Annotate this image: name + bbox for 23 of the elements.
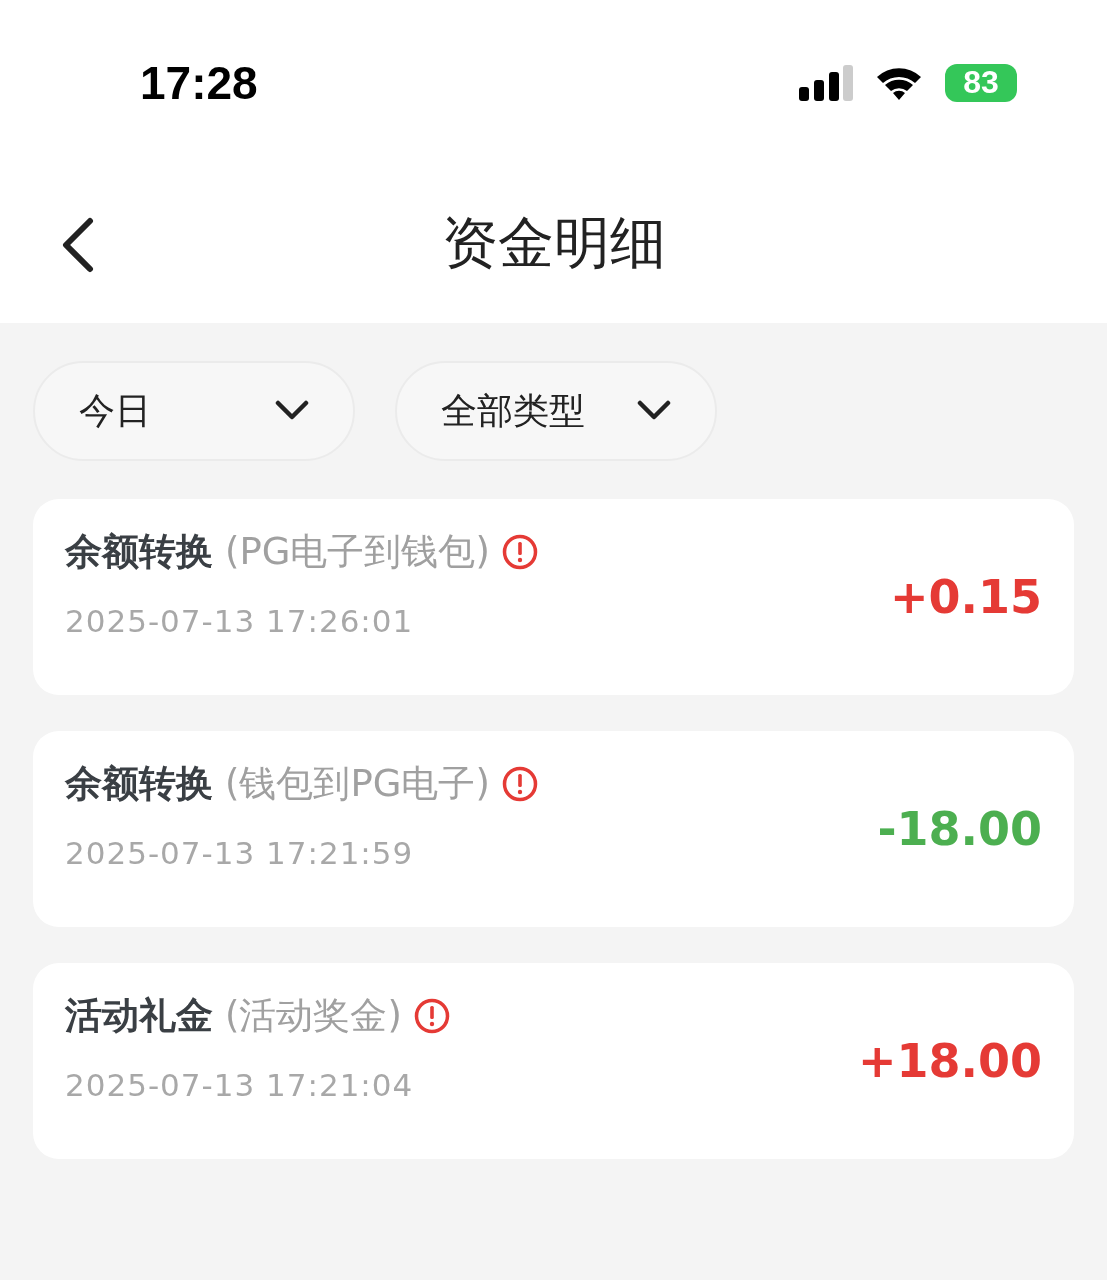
record-time: 2025-07-13 17:26:01 bbox=[65, 603, 415, 639]
info-icon[interactable] bbox=[413, 998, 450, 1034]
battery-level: 83 bbox=[945, 63, 1017, 102]
signal-icon bbox=[799, 64, 853, 101]
info-icon[interactable] bbox=[501, 534, 538, 570]
chevron-icon bbox=[275, 400, 309, 422]
record-type: 余额转换 bbox=[65, 761, 213, 807]
record-detail: (钱包到PG电子) bbox=[225, 761, 490, 807]
chevron-icon bbox=[637, 400, 671, 422]
page-title: 资金明细 bbox=[441, 209, 666, 277]
record-amount: +18.00 bbox=[857, 1034, 1042, 1088]
filter-dropdown[interactable]: 今日 bbox=[33, 361, 355, 461]
record-detail: (PG电子到钱包) bbox=[225, 529, 490, 575]
info-icon[interactable] bbox=[501, 766, 538, 802]
record-type: 活动礼金 bbox=[65, 993, 213, 1039]
record-time: 2025-07-13 17:21:59 bbox=[65, 835, 415, 871]
record-time: 2025-07-13 17:21:04 bbox=[65, 1067, 415, 1103]
status-time: 17:28 bbox=[140, 55, 258, 110]
record-amount: +0.15 bbox=[889, 570, 1042, 624]
record-detail: (活动奖金) bbox=[225, 993, 402, 1039]
record-type: 余额转换 bbox=[65, 529, 213, 575]
record-amount: -18.00 bbox=[877, 802, 1042, 856]
filter-dropdown[interactable]: 全部类型 bbox=[395, 361, 717, 461]
